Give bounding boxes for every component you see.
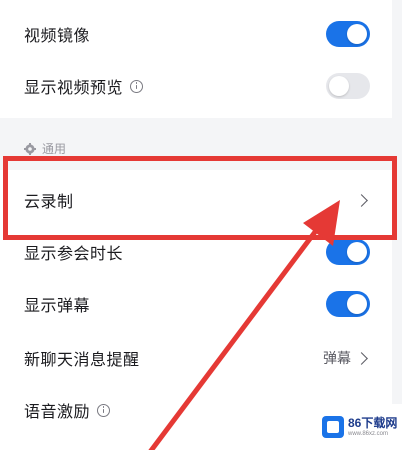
chevron-right-icon <box>355 193 368 207</box>
setting-label-video-mirror: 视频镜像 <box>24 26 91 45</box>
toggle-knob <box>329 76 349 96</box>
toggle-knob <box>347 242 367 262</box>
watermark-logo: 86下载网 www.86xz.com <box>318 404 402 450</box>
toggle-knob <box>347 24 367 44</box>
setting-label-show-meeting-duration: 显示参会时长 <box>24 244 124 263</box>
setting-row-new-chat-reminder[interactable]: 新聊天消息提醒 弹幕 <box>0 332 392 384</box>
toggle-knob <box>347 294 367 314</box>
setting-label-new-chat-reminder: 新聊天消息提醒 <box>24 350 140 369</box>
setting-row-video-mirror[interactable]: 视频镜像 <box>0 8 392 60</box>
show-danmaku-toggle[interactable] <box>326 291 370 317</box>
setting-row-show-meeting-duration[interactable]: 显示参会时长 <box>0 226 392 278</box>
show-video-preview-toggle[interactable] <box>326 73 370 99</box>
logo-icon <box>322 416 344 438</box>
settings-screen: 视频镜像 显示视频预览 通用 云录制 显示参会时长 显示弹幕 新聊天消息提醒 弹… <box>0 0 402 450</box>
show-meeting-duration-toggle[interactable] <box>326 239 370 265</box>
section-header-general: 通用 <box>24 140 66 157</box>
setting-label-cloud-recording: 云录制 <box>24 192 74 211</box>
watermark-subtext: www.86xz.com <box>348 431 389 437</box>
chevron-right-icon <box>355 351 368 365</box>
setting-row-show-danmaku[interactable]: 显示弹幕 <box>0 278 392 330</box>
settings-card-video: 视频镜像 显示视频预览 <box>0 0 392 118</box>
info-icon[interactable] <box>130 79 144 93</box>
video-mirror-toggle[interactable] <box>326 21 370 47</box>
watermark-text: 86下载网 <box>348 416 398 430</box>
setting-label-show-video-preview: 显示视频预览 <box>24 78 124 97</box>
gear-icon <box>24 142 36 155</box>
setting-label-voice-motivation: 语音激励 <box>24 402 91 421</box>
new-chat-reminder-value: 弹幕 <box>323 351 351 367</box>
setting-row-cloud-recording[interactable]: 云录制 <box>0 174 392 226</box>
info-icon[interactable] <box>97 403 111 417</box>
setting-label-show-danmaku: 显示弹幕 <box>24 296 91 315</box>
section-title-general: 通用 <box>42 142 67 156</box>
setting-row-show-video-preview[interactable]: 显示视频预览 <box>0 60 392 112</box>
